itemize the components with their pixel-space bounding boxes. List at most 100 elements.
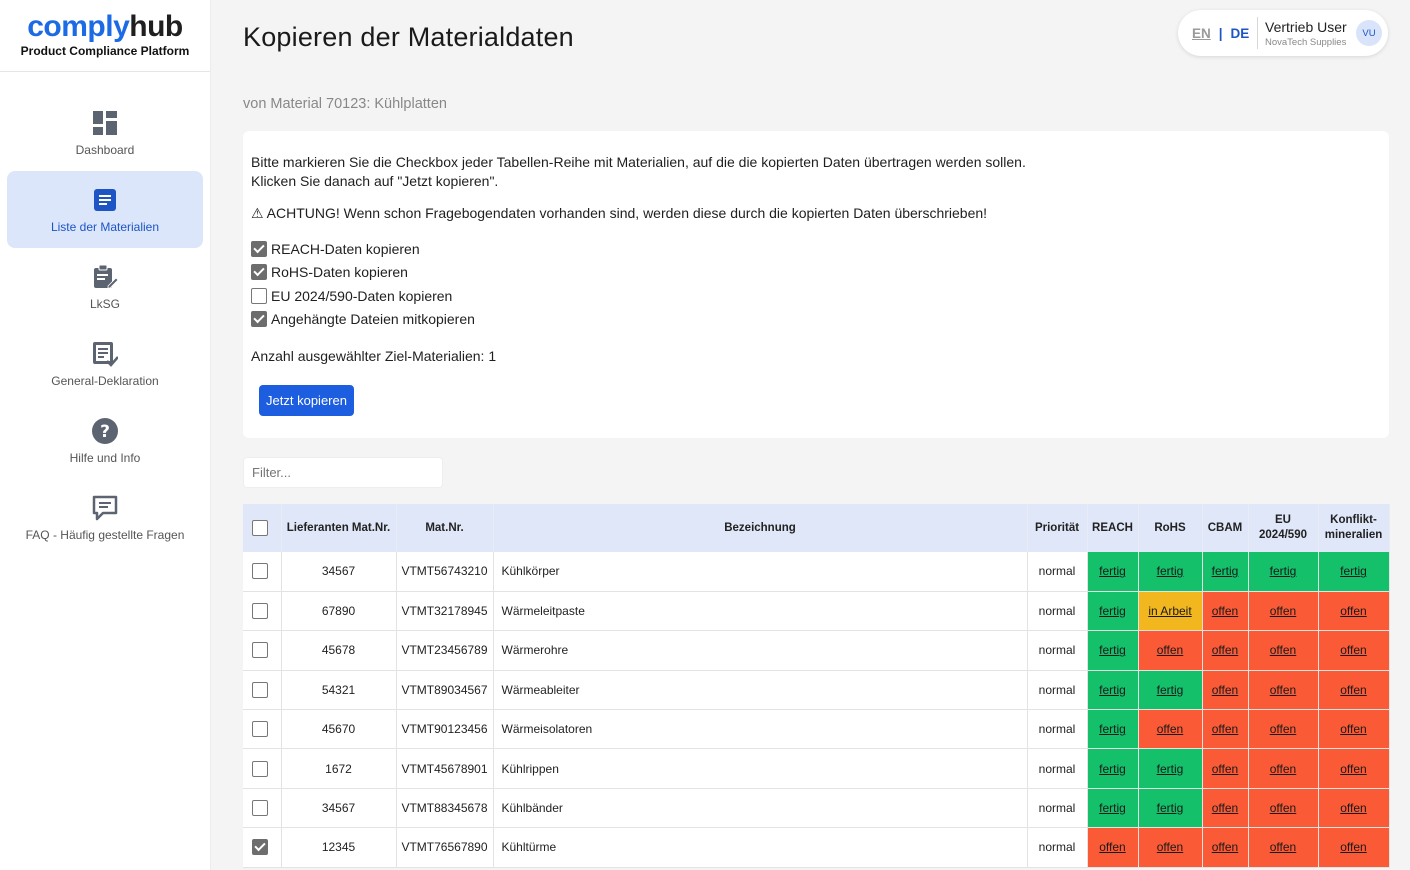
filter-input[interactable] xyxy=(243,457,443,488)
status-link[interactable]: offen xyxy=(1270,683,1296,697)
select-all-checkbox[interactable] xyxy=(251,520,268,536)
copy-now-button[interactable]: Jetzt kopieren xyxy=(259,385,354,416)
status-link[interactable]: fertig xyxy=(1099,722,1126,736)
row-checkbox[interactable] xyxy=(251,839,268,856)
status-link[interactable]: offen xyxy=(1270,604,1296,618)
sidebar-item-lksg[interactable]: LkSG xyxy=(7,248,203,325)
avatar[interactable]: VU xyxy=(1356,20,1382,46)
table-row[interactable]: 67890 VTMT32178945 Wärmeleitpaste normal fer… xyxy=(243,591,1390,632)
status-link[interactable]: in Arbeit xyxy=(1148,604,1191,618)
sidebar-item-faq[interactable]: FAQ - Häufig gestellte Fragen xyxy=(7,479,203,556)
col-header-cbam[interactable]: CBAM xyxy=(1202,504,1249,552)
attachments-checkbox[interactable] xyxy=(251,311,267,328)
status-link[interactable]: fertig xyxy=(1340,564,1367,578)
col-header-mat-nr[interactable]: Mat.Nr. xyxy=(396,504,494,552)
row-select-cell xyxy=(243,591,282,632)
row-checkbox[interactable] xyxy=(251,800,268,817)
status-link[interactable]: fertig xyxy=(1099,564,1126,578)
status-link[interactable]: offen xyxy=(1212,683,1238,697)
row-checkbox[interactable] xyxy=(251,563,268,580)
option-reach[interactable]: REACH-Daten kopieren xyxy=(251,237,1381,261)
status-link[interactable]: fertig xyxy=(1099,604,1126,618)
status-link[interactable]: offen xyxy=(1099,840,1125,854)
header-line: mineralien xyxy=(1324,529,1383,541)
status-link[interactable]: offen xyxy=(1270,643,1296,657)
col-header-description[interactable]: Bezeichnung xyxy=(493,504,1028,552)
status-link[interactable]: offen xyxy=(1340,643,1366,657)
table-row[interactable]: 45678 VTMT23456789 Wärmerohre normal fertig o… xyxy=(243,630,1390,671)
status-link[interactable]: offen xyxy=(1157,722,1183,736)
table-row[interactable]: 34567 VTMT88345678 Kühlbänder normal fertig f… xyxy=(243,788,1390,829)
col-header-rohs[interactable]: RoHS xyxy=(1138,504,1203,552)
status-link[interactable]: fertig xyxy=(1212,564,1239,578)
status-link[interactable]: offen xyxy=(1340,722,1366,736)
rohs-checkbox[interactable] xyxy=(251,264,267,281)
status-link[interactable]: offen xyxy=(1340,683,1366,697)
row-checkbox[interactable] xyxy=(251,603,268,620)
sidebar-item-dashboard[interactable]: Dashboard xyxy=(7,94,203,171)
status-link[interactable]: offen xyxy=(1157,643,1183,657)
row-select-cell xyxy=(243,630,282,671)
status-link[interactable]: offen xyxy=(1270,762,1296,776)
status-link[interactable]: offen xyxy=(1340,604,1366,618)
status-link[interactable]: offen xyxy=(1270,801,1296,815)
eu-2024-590-checkbox[interactable] xyxy=(251,287,267,304)
header-line: 2024/590 xyxy=(1259,529,1307,541)
col-header-reach[interactable]: REACH xyxy=(1087,504,1139,552)
option-attachments[interactable]: Angehängte Dateien mitkopieren xyxy=(251,308,1381,332)
row-checkbox[interactable] xyxy=(251,681,268,698)
status-link[interactable]: offen xyxy=(1212,643,1238,657)
brand-logo[interactable]: complyhub Product Compliance Platform xyxy=(0,0,210,72)
copy-options-card: Bitte markieren Sie die Checkbox jeder T… xyxy=(243,131,1389,438)
status-link[interactable]: offen xyxy=(1212,762,1238,776)
status-link[interactable]: fertig xyxy=(1099,762,1126,776)
option-eu-2024-590[interactable]: EU 2024/590-Daten kopieren xyxy=(251,284,1381,308)
col-header-supplier-mat-nr[interactable]: Lieferanten Mat.Nr. xyxy=(281,504,397,552)
status-link[interactable]: fertig xyxy=(1157,801,1184,815)
cbam-status-cell: offen xyxy=(1202,709,1249,750)
table-row[interactable]: 1672 VTMT45678901 Kühlrippen normal fertig fe… xyxy=(243,748,1390,789)
status-link[interactable]: fertig xyxy=(1157,762,1184,776)
sidebar-item-materials[interactable]: Liste der Materialien xyxy=(7,171,203,248)
status-link[interactable]: offen xyxy=(1270,840,1296,854)
row-checkbox[interactable] xyxy=(251,760,268,777)
row-checkbox[interactable] xyxy=(251,721,268,738)
priority-cell: normal xyxy=(1027,591,1088,632)
status-link[interactable]: fertig xyxy=(1270,564,1297,578)
materials-table: Lieferanten Mat.Nr. Mat.Nr. Bezeichnung … xyxy=(243,504,1390,868)
table-row[interactable]: 12345 VTMT76567890 Kühltürme normal offen off… xyxy=(243,827,1390,868)
status-link[interactable]: fertig xyxy=(1157,683,1184,697)
lang-de-link[interactable]: DE xyxy=(1231,26,1250,41)
sidebar-item-label: Liste der Materialien xyxy=(50,219,160,234)
status-link[interactable]: fertig xyxy=(1099,683,1126,697)
status-link[interactable]: offen xyxy=(1212,840,1238,854)
col-header-eu-2024-590[interactable]: EU 2024/590 xyxy=(1248,504,1319,552)
status-link[interactable]: fertig xyxy=(1099,801,1126,815)
table-row[interactable]: 34567 VTMT56743210 Kühlkörper normal fertig f… xyxy=(243,552,1390,592)
table-row[interactable]: 45670 VTMT90123456 Wärmeisolatoren normal fe… xyxy=(243,709,1390,750)
sidebar-item-general-declaration[interactable]: General-Deklaration xyxy=(7,325,203,402)
status-link[interactable]: fertig xyxy=(1099,643,1126,657)
status-link[interactable]: offen xyxy=(1212,722,1238,736)
row-checkbox[interactable] xyxy=(251,642,268,659)
col-header-priority[interactable]: Priorität xyxy=(1027,504,1088,552)
status-link[interactable]: fertig xyxy=(1157,564,1184,578)
user-menu: EN | DE Vertrieb User NovaTech Supplies … xyxy=(1178,10,1388,56)
status-link[interactable]: offen xyxy=(1340,762,1366,776)
reach-status-cell: fertig xyxy=(1087,591,1139,632)
status-link[interactable]: offen xyxy=(1212,604,1238,618)
col-header-conflict-minerals[interactable]: Konflikt-mineralien xyxy=(1318,504,1390,552)
reach-checkbox[interactable] xyxy=(251,240,267,257)
table-row[interactable]: 54321 VTMT89034567 Wärmeableiter normal fert… xyxy=(243,670,1390,711)
status-link[interactable]: offen xyxy=(1270,722,1296,736)
option-rohs[interactable]: RoHS-Daten kopieren xyxy=(251,261,1381,285)
lang-en-link[interactable]: EN xyxy=(1192,26,1211,41)
rohs-status-cell: fertig xyxy=(1138,552,1203,592)
status-link[interactable]: offen xyxy=(1340,840,1366,854)
status-link[interactable]: offen xyxy=(1157,840,1183,854)
user-info[interactable]: Vertrieb User NovaTech Supplies xyxy=(1258,19,1354,48)
status-link[interactable]: offen xyxy=(1340,801,1366,815)
sidebar-item-help[interactable]: ? Hilfe und Info xyxy=(7,402,203,479)
status-link[interactable]: offen xyxy=(1212,801,1238,815)
reach-status-cell: fertig xyxy=(1087,670,1139,711)
